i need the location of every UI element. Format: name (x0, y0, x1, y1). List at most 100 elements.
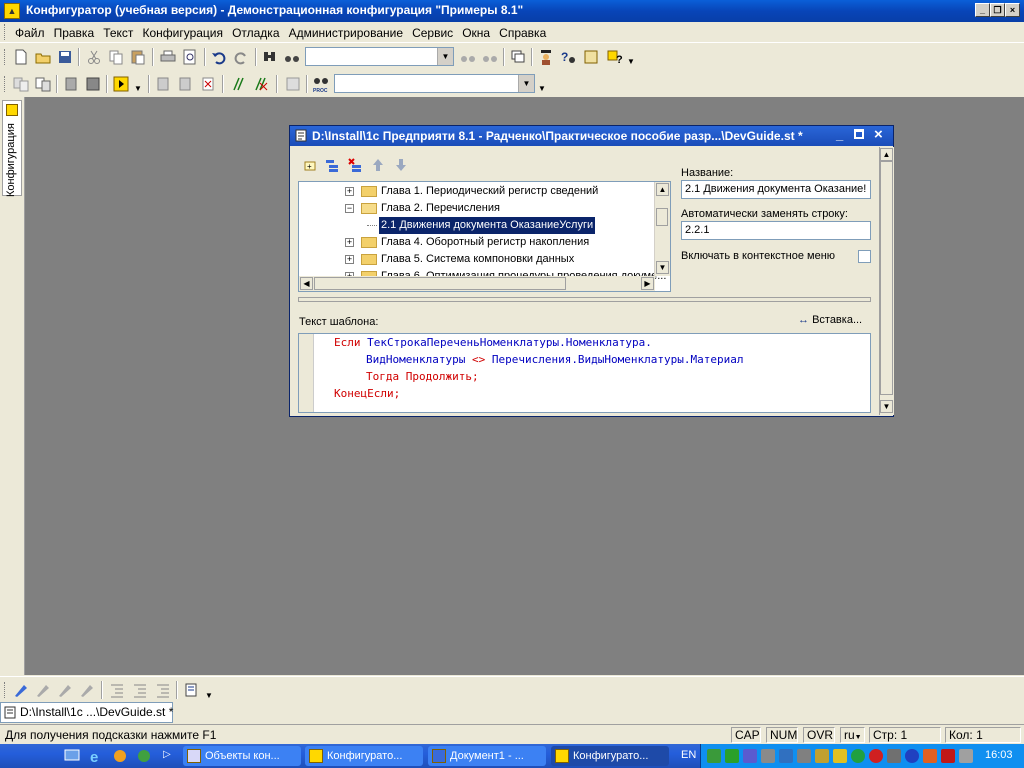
arrow-up-icon[interactable] (370, 157, 386, 173)
globe-icon[interactable] (136, 748, 152, 764)
scroll-thumb[interactable] (880, 161, 893, 395)
lock-icon[interactable] (199, 75, 217, 93)
search-combo[interactable]: ▼ (305, 47, 454, 66)
context-help-icon[interactable]: ? (606, 48, 624, 66)
tray-app-icon[interactable] (869, 749, 883, 763)
tray-app-icon[interactable] (887, 749, 901, 763)
clock[interactable]: 16:03 (985, 749, 1013, 761)
template-window-title-bar[interactable]: D:\Install\1с Предприяти 8.1 - Радченко\… (290, 126, 893, 146)
taskbar-button-configurator[interactable]: Конфигурато... (305, 746, 423, 766)
menu-grip[interactable] (4, 24, 8, 40)
volume-icon[interactable] (959, 749, 973, 763)
menu-text[interactable]: Текст (100, 23, 136, 40)
context-menu-checkbox[interactable] (858, 250, 871, 263)
paste-icon[interactable] (129, 48, 147, 66)
tree-vertical-scrollbar[interactable]: ▲ ▼ (654, 182, 670, 276)
set-breakpoint-icon[interactable] (12, 681, 30, 699)
database-icon[interactable] (62, 75, 80, 93)
redo-icon[interactable] (232, 48, 250, 66)
scroll-up-icon[interactable]: ▲ (880, 148, 893, 161)
syntax-helper-icon[interactable] (582, 48, 600, 66)
procedures-icon[interactable]: PROC (312, 75, 330, 93)
capture-icon[interactable] (155, 75, 173, 93)
scroll-thumb[interactable] (656, 208, 668, 226)
template-code-editor[interactable]: Если ТекСтрокаПереченьНоменклатуры.Номен… (298, 333, 871, 413)
print-icon[interactable] (159, 48, 177, 66)
tray-app-icon[interactable] (761, 749, 775, 763)
chevron-down-icon[interactable]: ▼ (205, 691, 213, 700)
insert-link[interactable]: ↔ Вставка... (798, 314, 862, 326)
media-player-icon[interactable] (112, 748, 128, 764)
document-tab[interactable]: D:\Install\1c ...\DevGuide.st * (0, 702, 173, 723)
quicklaunch-expand-icon[interactable]: ▷ (163, 749, 171, 760)
menu-service[interactable]: Сервис (409, 23, 456, 40)
ie-icon[interactable]: e (88, 748, 104, 764)
expand-icon[interactable]: + (345, 255, 354, 264)
menu-edit[interactable]: Правка (51, 23, 98, 40)
chevron-down-icon[interactable]: ▼ (627, 57, 635, 66)
binoculars-icon[interactable] (283, 48, 301, 66)
release-icon[interactable] (177, 75, 195, 93)
bookmark-icon[interactable] (154, 681, 172, 699)
arrow-down-icon[interactable] (393, 157, 409, 173)
save-icon[interactable] (56, 48, 74, 66)
chevron-down-icon[interactable]: ▼ (518, 75, 534, 92)
chevron-down-icon[interactable]: ▼ (437, 48, 453, 65)
procedures-combo[interactable]: ▼ (334, 74, 535, 93)
run-debug-icon[interactable] (112, 75, 130, 93)
taskbar-button-configurator-active[interactable]: Конфигурато... (551, 746, 669, 766)
add-item-icon[interactable]: + (302, 157, 318, 173)
configuration-tab[interactable]: Конфигурация (2, 100, 22, 197)
download-icon[interactable] (725, 749, 739, 763)
collapse-icon[interactable]: − (345, 204, 354, 213)
tray-app-icon[interactable] (851, 749, 865, 763)
tray-app-icon[interactable] (923, 749, 937, 763)
format-icon[interactable] (284, 75, 302, 93)
chevron-down-icon[interactable]: ▼ (538, 84, 546, 93)
find-next-icon[interactable] (481, 48, 499, 66)
maximize-button[interactable] (854, 129, 864, 139)
bluetooth-icon[interactable] (905, 749, 919, 763)
find-icon[interactable] (261, 48, 279, 66)
menu-debug[interactable]: Отладка (229, 23, 282, 40)
scroll-left-icon[interactable]: ◀ (300, 277, 313, 290)
splitter[interactable] (298, 297, 871, 302)
scroll-down-icon[interactable]: ▼ (656, 261, 669, 274)
language-selector[interactable]: ru▼ (840, 727, 865, 743)
debug-tool-icon[interactable] (78, 681, 96, 699)
help-search-icon[interactable]: ? (559, 48, 577, 66)
expand-icon[interactable]: + (345, 187, 354, 196)
replace-field[interactable]: 2.2.1 (681, 221, 871, 240)
toolbar-grip[interactable] (4, 682, 8, 698)
find-prev-icon[interactable] (459, 48, 477, 66)
tray-app-icon[interactable] (779, 749, 793, 763)
open-folder-icon[interactable] (34, 48, 52, 66)
template-tree[interactable]: + Глава 1. Периодический регистр сведени… (298, 181, 671, 292)
delete-icon[interactable] (347, 157, 363, 173)
toolbar-grip[interactable] (4, 49, 8, 65)
menu-administration[interactable]: Администрирование (286, 23, 406, 40)
windows-icon[interactable] (509, 48, 527, 66)
update-config-icon[interactable] (84, 75, 102, 93)
toolbar-grip[interactable] (4, 76, 8, 92)
merge-icon[interactable] (34, 75, 52, 93)
restore-button[interactable]: ❐ (990, 3, 1005, 17)
tray-app-icon[interactable] (815, 749, 829, 763)
menu-help[interactable]: Справка (496, 23, 549, 40)
template-tool-icon[interactable] (183, 681, 201, 699)
tray-app-icon[interactable] (833, 749, 847, 763)
input-language[interactable]: EN (681, 749, 696, 761)
copy-icon[interactable] (107, 48, 125, 66)
expand-icon[interactable]: + (345, 238, 354, 247)
menu-windows[interactable]: Окна (459, 23, 493, 40)
scroll-down-icon[interactable]: ▼ (880, 400, 893, 413)
scroll-up-icon[interactable]: ▲ (656, 183, 669, 196)
tray-app-icon[interactable] (941, 749, 955, 763)
assistant-icon[interactable] (537, 48, 555, 66)
name-field[interactable]: 2.1 Движения документа Оказание! (681, 180, 871, 199)
preview-icon[interactable] (181, 48, 199, 66)
indent-icon[interactable] (108, 681, 126, 699)
minimize-button[interactable]: _ (975, 3, 990, 17)
minimize-button[interactable]: _ (836, 127, 843, 142)
scroll-right-icon[interactable]: ▶ (641, 277, 654, 290)
